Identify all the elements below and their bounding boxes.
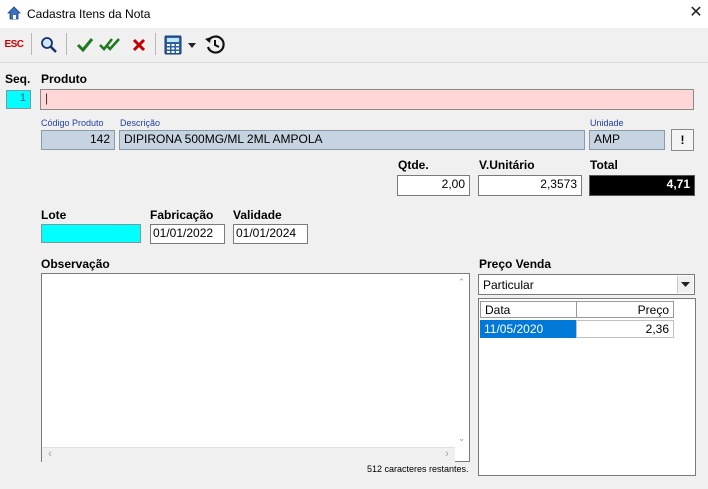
seq-field[interactable]: 1 [6, 90, 31, 109]
validade-input[interactable]: 01/01/2024 [233, 224, 308, 244]
characters-remaining: 512 caracteres restantes. [367, 464, 469, 474]
check-icon[interactable] [73, 33, 97, 57]
scroll-down-icon[interactable]: ⌄ [455, 431, 468, 445]
qtde-label: Qtde. [398, 158, 429, 172]
double-check-icon[interactable] [98, 33, 122, 57]
toolbar-separator [155, 33, 156, 55]
history-icon[interactable] [203, 33, 227, 57]
dropdown-arrow-icon[interactable] [186, 33, 198, 57]
total-label: Total [590, 158, 618, 172]
horizontal-scrollbar[interactable] [42, 447, 455, 462]
chevron-down-icon[interactable] [677, 276, 693, 293]
unidade-label: Unidade [590, 118, 624, 128]
valor-unitario-label: V.Unitário [479, 158, 535, 172]
grid-cell-preco[interactable]: 2,36 [576, 320, 674, 338]
scroll-right-icon[interactable]: › [441, 447, 453, 461]
total-field: 4,71 [589, 175, 695, 196]
descricao-field: DIPIRONA 500MG/ML 2ML AMPOLA [119, 130, 585, 150]
grid-cell-data[interactable]: 11/05/2020 [480, 320, 576, 338]
preco-venda-label: Preço Venda [479, 257, 552, 271]
scroll-left-icon[interactable]: ‹ [44, 447, 56, 461]
codigo-label: Código Produto [41, 118, 104, 128]
fabricacao-input[interactable]: 01/01/2022 [150, 224, 225, 244]
esc-button[interactable]: ESC [2, 33, 26, 57]
lote-label: Lote [41, 208, 67, 222]
grid-header-preco[interactable]: Preço [576, 301, 674, 318]
app-icon [6, 5, 22, 21]
produto-label: Produto [41, 72, 87, 86]
info-button[interactable]: ! [671, 129, 694, 151]
fabricacao-label: Fabricação [150, 208, 214, 222]
cancel-icon[interactable] [127, 33, 151, 57]
search-icon[interactable] [37, 33, 61, 57]
grid-header-data[interactable]: Data [480, 301, 576, 318]
window-title: Cadastra Itens da Nota [27, 7, 151, 21]
preco-venda-select[interactable]: Particular [478, 274, 695, 295]
scroll-up-icon[interactable]: ⌃ [455, 275, 468, 289]
preco-grid: Data Preço 11/05/2020 2,36 [478, 298, 696, 476]
seq-label: Seq. [5, 72, 31, 86]
observacao-label: Observação [41, 257, 110, 271]
toolbar-separator [66, 33, 67, 55]
unidade-field: AMP [589, 130, 665, 150]
descricao-label: Descrição [120, 118, 161, 128]
qtde-field[interactable]: 2,00 [397, 175, 470, 196]
observacao-textarea[interactable] [41, 273, 470, 462]
lote-input[interactable] [41, 224, 141, 243]
validade-label: Validade [233, 208, 282, 222]
codigo-field: 142 [41, 130, 115, 150]
preco-venda-selected: Particular [483, 278, 534, 292]
valor-unitario-field[interactable]: 2,3573 [478, 175, 582, 196]
toolbar-separator [31, 33, 32, 55]
produto-input[interactable]: | [40, 89, 694, 110]
close-icon[interactable]: ✕ [686, 3, 706, 23]
calculator-icon[interactable] [161, 33, 185, 57]
